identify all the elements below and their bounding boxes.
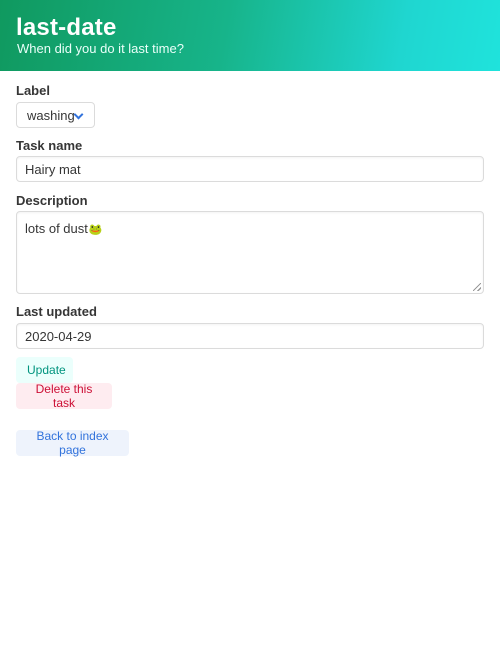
page-header: last-date When did you do it last time? [0,0,500,71]
update-button[interactable]: Update [16,357,73,383]
task-name-value: Hairy mat [25,161,81,177]
delete-task-button[interactable]: Delete this task [16,382,112,410]
last-updated-label: Last updated [16,304,97,319]
task-name-label: Task name [16,138,83,153]
chevron-down-icon [73,109,84,120]
description-label: Description [16,193,88,208]
label-select[interactable]: washing [16,102,95,128]
app-title: last-date [16,14,117,41]
label-select-value: washing [27,107,75,123]
resize-handle-icon[interactable] [473,283,481,291]
description-value: lots of dust [25,221,88,236]
back-to-index-button[interactable]: Back to index page [16,429,129,457]
last-updated-input[interactable]: 2020-04-29 [16,323,484,349]
task-name-input[interactable]: Hairy mat [16,156,484,182]
app-subtitle: When did you do it last time? [17,41,184,56]
description-textarea[interactable]: lots of dust🐸 [16,211,484,294]
label-field-label: Label [16,83,50,98]
frog-emoji: 🐸 [88,224,103,236]
last-updated-value: 2020-04-29 [25,328,92,344]
